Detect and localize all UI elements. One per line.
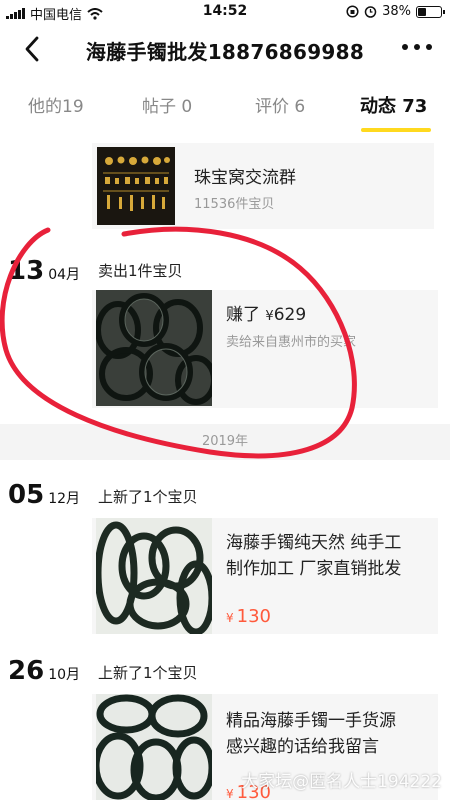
tab-posts[interactable]: 帖子 0	[142, 92, 192, 117]
tab-his[interactable]: 他的19	[28, 92, 84, 117]
alarm-icon	[364, 6, 377, 18]
feed-action: 上新了1个宝贝	[98, 488, 198, 506]
sold-item-thumbnail	[96, 290, 212, 406]
product-thumbnail	[96, 518, 212, 634]
group-title: 珠宝窝交流群	[194, 168, 296, 188]
tab-reviews[interactable]: 评价 6	[255, 92, 305, 117]
feed-date: 13 04月	[8, 256, 81, 286]
sold-item-card[interactable]: 赚了 ¥629 卖给来自惠州市的买家	[92, 290, 438, 408]
product-desc-line1: 海藤手镯纯天然 纯手工	[226, 533, 402, 553]
group-thumbnail	[97, 147, 175, 225]
more-icon[interactable]	[402, 44, 432, 50]
tab-activity[interactable]: 动态 73	[360, 92, 427, 118]
group-count: 11536件宝贝	[194, 197, 275, 212]
battery-icon	[416, 5, 445, 18]
feed-action: 上新了1个宝贝	[98, 664, 198, 682]
feed-date: 26 10月	[8, 656, 81, 686]
sold-title: 赚了 ¥629	[226, 305, 307, 325]
battery-level	[418, 7, 427, 16]
group-card[interactable]: 珠宝窝交流群 11536件宝贝	[92, 143, 434, 229]
status-bar: 中国电信 14:52 38%	[0, 0, 450, 24]
product-card[interactable]: 海藤手镯纯天然 纯手工 制作加工 厂家直销批发 ¥130	[92, 518, 438, 634]
product-desc-line2: 感兴趣的话给我留言	[226, 737, 379, 757]
product-desc-line1: 精品海藤手镯一手货源	[226, 711, 396, 731]
year-divider: 2019年	[0, 424, 450, 460]
feed-date: 05 12月	[8, 480, 81, 510]
battery-percent: 38%	[382, 4, 411, 19]
product-desc-line2: 制作加工 厂家直销批发	[226, 559, 402, 579]
nav-bar: 海藤手镯批发18876869988	[0, 24, 450, 74]
active-tab-indicator	[361, 128, 431, 132]
orientation-lock-icon	[346, 5, 359, 18]
watermark: 大家坛@匿名人士194222	[241, 772, 442, 792]
feed-action: 卖出1件宝贝	[98, 262, 183, 280]
tab-bar: 他的19 帖子 0 评价 6 动态 73	[0, 84, 450, 134]
sold-buyer: 卖给来自惠州市的买家	[226, 335, 357, 350]
product-thumbnail	[96, 694, 212, 800]
page-title: 海藤手镯批发18876869988	[85, 40, 365, 64]
product-price: ¥130	[226, 606, 271, 627]
